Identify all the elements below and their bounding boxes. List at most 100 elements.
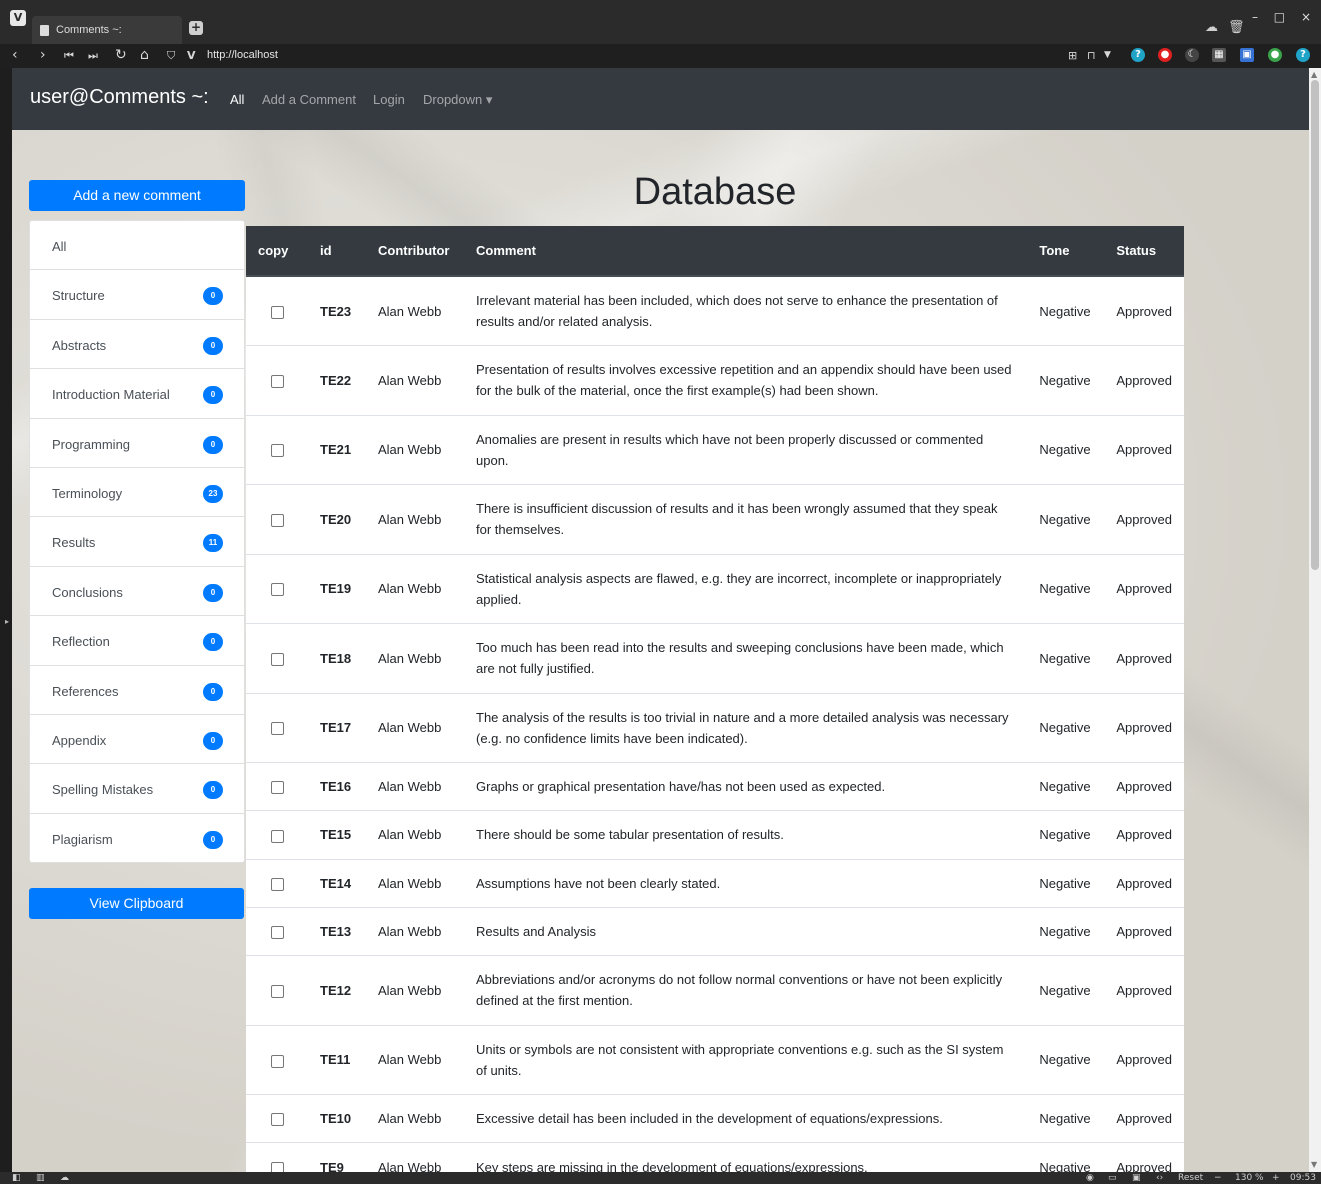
copy-checkbox[interactable] [270, 513, 284, 527]
shield-icon[interactable]: ⛉ [167, 49, 175, 63]
copy-checkbox[interactable] [270, 1113, 284, 1127]
row-tone: Negative [1027, 810, 1105, 860]
copy-checkbox[interactable] [270, 1054, 284, 1068]
category-label: Structure [52, 288, 105, 304]
stop-extension-icon[interactable]: ● [1158, 48, 1172, 62]
category-item-introduction-material[interactable]: Introduction Material 0 [29, 368, 245, 419]
category-item-plagiarism[interactable]: Plagiarism 0 [29, 812, 245, 864]
copy-checkbox[interactable] [270, 722, 284, 736]
camera-icon[interactable]: ◉ [1086, 1172, 1094, 1184]
zoom-out-icon[interactable]: − [1214, 1172, 1222, 1184]
copy-checkbox[interactable] [270, 926, 284, 940]
table-row: TE21 Alan Webb Anomalies are present in re… [246, 414, 1184, 485]
category-item-all[interactable]: All [29, 220, 245, 271]
category-label: Terminology [52, 485, 123, 501]
scroll-down-icon[interactable]: ▼ [1311, 1160, 1317, 1169]
copy-checkbox[interactable] [270, 583, 284, 597]
category-item-spelling-mistakes[interactable]: Spelling Mistakes 0 [29, 763, 245, 814]
nav-dropdown[interactable]: Dropdown ▾ [423, 92, 492, 108]
view-clipboard-button[interactable]: View Clipboard [29, 888, 244, 919]
category-item-programming[interactable]: Programming 0 [29, 417, 245, 468]
minimize-icon[interactable]: – [1252, 10, 1258, 24]
zoom-level[interactable]: 130 % [1235, 1172, 1264, 1184]
nav-link-all[interactable]: All [230, 92, 244, 107]
cloud-icon[interactable]: ☁ [1205, 20, 1218, 35]
table-row: TE12 Alan Webb Abbreviations and/or acrony… [246, 955, 1184, 1026]
tiling-icon[interactable]: ▥ [36, 1172, 45, 1184]
copy-checkbox[interactable] [270, 781, 284, 795]
maximize-icon[interactable]: □ [1274, 10, 1285, 24]
fast-forward-icon[interactable]: ⏭ [88, 49, 98, 63]
reload-icon[interactable]: ↻ [115, 47, 127, 63]
add-comment-button[interactable]: Add a new comment [29, 180, 245, 211]
row-contributor: Alan Webb [366, 484, 464, 554]
count-badge: 0 [203, 435, 223, 454]
copy-checkbox[interactable] [270, 985, 284, 998]
zoom-reset-button[interactable]: Reset [1178, 1172, 1203, 1184]
new-tab-button[interactable]: + [189, 21, 203, 35]
vivaldi-v-icon: V [187, 49, 196, 62]
help-extension-icon[interactable]: ? [1131, 48, 1145, 62]
copy-checkbox-cell [246, 275, 308, 346]
category-item-appendix[interactable]: Appendix 0 [29, 713, 245, 765]
copy-checkbox[interactable] [270, 444, 284, 458]
image-toggle-icon[interactable]: ▣ [1132, 1172, 1141, 1184]
url-field[interactable]: http://localhost [207, 49, 278, 61]
row-contributor: Alan Webb [366, 858, 464, 908]
close-icon[interactable]: × [1301, 10, 1311, 24]
forward-icon[interactable]: › [40, 47, 46, 63]
back-icon[interactable]: ‹ [12, 47, 18, 63]
copy-checkbox[interactable] [270, 1161, 284, 1172]
row-comment: Anomalies are present in results which h… [464, 414, 1028, 485]
copy-checkbox[interactable] [270, 877, 284, 891]
nav-link-add-comment[interactable]: Add a Comment [262, 92, 356, 107]
comments-table: copy id Contributor Comment Tone Status … [246, 226, 1184, 1172]
page-scrollbar[interactable]: ▲ ▼ [1309, 68, 1321, 1172]
grid-extension-icon[interactable]: ▦ [1212, 48, 1226, 62]
category-item-structure[interactable]: Structure 0 [29, 269, 245, 320]
moon-extension-icon[interactable]: ☾ [1185, 48, 1199, 62]
zoom-in-icon[interactable]: + [1272, 1172, 1280, 1184]
category-item-references[interactable]: References 0 [29, 664, 245, 715]
home-icon[interactable]: ⌂ [140, 47, 149, 63]
scrollbar-thumb[interactable] [1311, 80, 1319, 570]
copy-checkbox[interactable] [270, 374, 284, 388]
scroll-up-icon[interactable]: ▲ [1311, 70, 1317, 79]
nav-link-login[interactable]: Login [373, 92, 405, 107]
vivaldi-logo-icon[interactable]: V [10, 10, 26, 26]
category-label: Appendix [52, 732, 107, 748]
category-item-terminology[interactable]: Terminology 23 [29, 466, 245, 518]
row-status: Approved [1104, 906, 1184, 956]
category-item-abstracts[interactable]: Abstracts 0 [29, 318, 245, 370]
cloud-status-icon[interactable]: ☁ [60, 1172, 69, 1184]
page-tiling-icon[interactable]: ▭ [1108, 1172, 1117, 1184]
category-item-reflection[interactable]: Reflection 0 [29, 615, 245, 666]
row-comment: Results and Analysis [464, 906, 1028, 956]
copy-checkbox[interactable] [270, 829, 284, 843]
site-brand[interactable]: user@Comments ~: [30, 86, 209, 109]
side-panel-toggle-icon[interactable]: ▸ [5, 617, 9, 626]
copy-checkbox[interactable] [270, 652, 284, 666]
image-extension-icon[interactable]: ▣ [1240, 48, 1254, 62]
category-item-conclusions[interactable]: Conclusions 0 [29, 565, 245, 617]
row-status: Approved [1104, 1142, 1184, 1172]
copy-checkbox-cell [246, 906, 308, 956]
info-extension-icon[interactable]: ? [1296, 48, 1310, 62]
row-comment: Abbreviations and/or acronyms do not fol… [464, 955, 1028, 1026]
code-icon[interactable]: ‹› [1156, 1172, 1163, 1184]
sync-extension-icon[interactable]: ● [1268, 48, 1282, 62]
chevron-down-icon[interactable]: ▼ [1104, 50, 1111, 60]
bookmark-icon[interactable]: ⊓ [1087, 49, 1096, 62]
row-comment: The analysis of the results is too trivi… [464, 692, 1028, 763]
panel-toggle-icon[interactable]: ◧ [12, 1172, 21, 1184]
qr-icon[interactable]: ⊞ [1068, 49, 1077, 62]
row-status: Approved [1104, 484, 1184, 554]
category-label: Reflection [52, 634, 110, 650]
row-contributor: Alan Webb [366, 414, 464, 485]
category-item-results[interactable]: Results 11 [29, 516, 245, 567]
row-contributor: Alan Webb [366, 623, 464, 693]
browser-tab[interactable]: Comments ~: [32, 16, 182, 44]
rewind-icon[interactable]: ⏮ [64, 49, 74, 63]
row-tone: Negative [1027, 761, 1105, 811]
copy-checkbox[interactable] [270, 305, 284, 319]
